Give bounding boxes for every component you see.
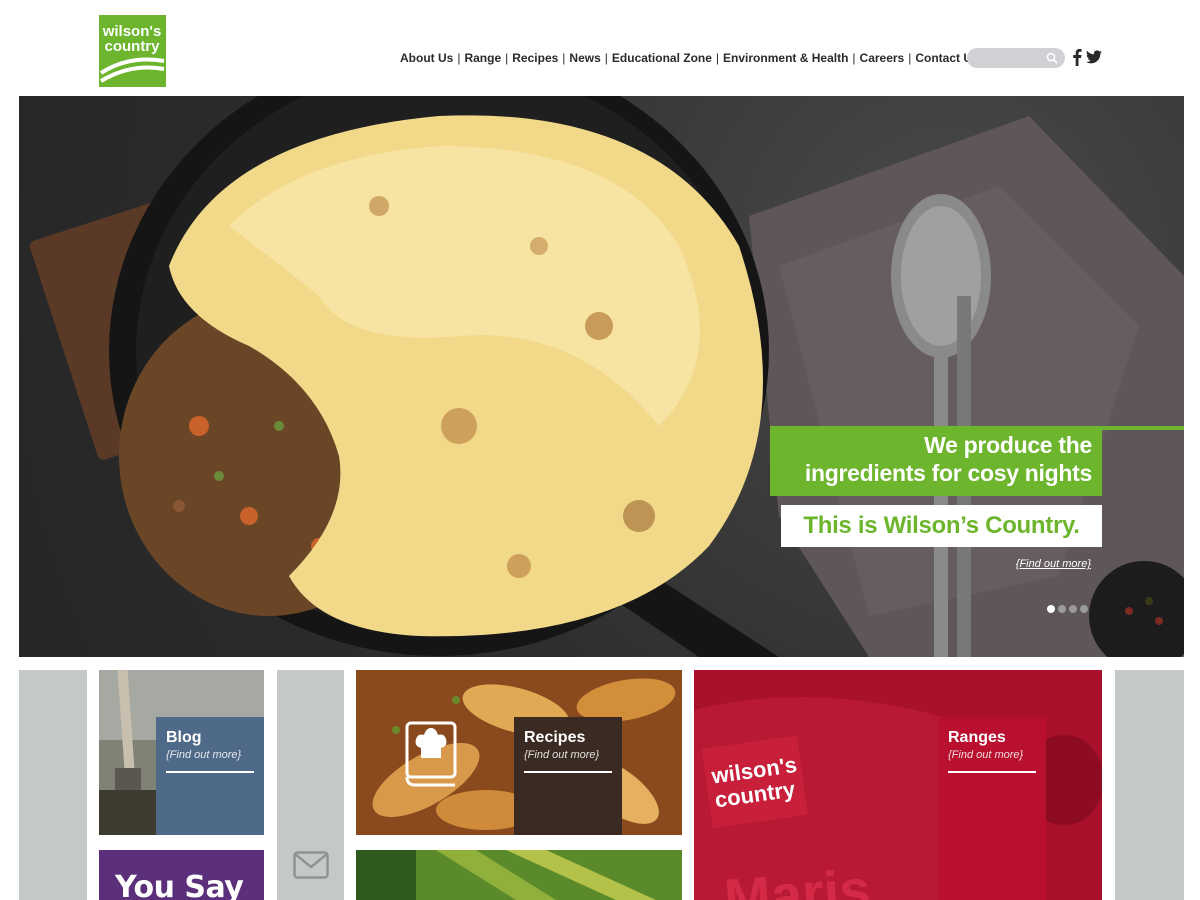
search-input[interactable] (967, 48, 1051, 68)
hero-find-out-more-link[interactable]: {Find out more} (1016, 558, 1091, 570)
search-icon[interactable] (1046, 52, 1058, 64)
nav-separator: | (562, 51, 566, 65)
ranges-tile[interactable]: wilson's country Maris Ranges {Find out … (694, 670, 1102, 900)
nav-about-us[interactable]: About Us (400, 51, 453, 65)
carousel-dots (1047, 605, 1088, 613)
hero-headline: We produce the ingredients for cosy nigh… (805, 431, 1092, 487)
ranges-title: Ranges (948, 729, 1006, 746)
hero-headline-line1: We produce the (924, 432, 1092, 458)
wilsons-country-logo[interactable]: wilson's country (99, 15, 166, 87)
nav-separator: | (908, 51, 912, 65)
search-box (967, 48, 1065, 68)
recipes-tile[interactable]: Recipes {Find out more} (356, 670, 682, 835)
side-strip-left (19, 670, 87, 900)
blog-find-out-more[interactable]: {Find out more} (166, 749, 241, 761)
ranges-find-out-more[interactable]: {Find out more} (948, 749, 1023, 761)
side-strip-right (1115, 670, 1184, 900)
nav-separator: | (505, 51, 509, 65)
blog-title: Blog (166, 729, 202, 746)
hero-image (29, 96, 1184, 657)
nav-environment-health[interactable]: Environment & Health (723, 51, 848, 65)
blog-tile[interactable]: Blog {Find out more} (99, 670, 264, 835)
carousel-dot-4[interactable] (1080, 605, 1088, 613)
hero-headline-line2: ingredients for cosy nights (804, 460, 1092, 486)
ranges-panel: Ranges {Find out more} (938, 717, 1046, 900)
mail-icon[interactable] (293, 851, 329, 879)
blog-panel: Blog {Find out more} (156, 717, 264, 835)
nav-careers[interactable]: Careers (860, 51, 905, 65)
fields-tile[interactable] (356, 850, 682, 900)
nav-separator: | (604, 51, 608, 65)
nav-recipes[interactable]: Recipes (512, 51, 558, 65)
carousel-dot-1[interactable] (1047, 605, 1055, 613)
you-say-title: You Say (115, 870, 244, 900)
fields-tile-image (356, 850, 682, 900)
carousel-dot-3[interactable] (1069, 605, 1077, 613)
ranges-underline (948, 771, 1036, 773)
hero-banner[interactable]: We produce the ingredients for cosy nigh… (19, 96, 1184, 657)
nav-news[interactable]: News (569, 51, 600, 65)
blog-underline (166, 771, 254, 773)
hero-tagline: This is Wilson’s Country. (803, 512, 1080, 539)
nav-educational-zone[interactable]: Educational Zone (612, 51, 712, 65)
recipes-title: Recipes (524, 729, 586, 746)
recipes-panel: Recipes {Find out more} (514, 717, 622, 835)
nav-separator: | (715, 51, 720, 65)
nav-separator: | (852, 51, 856, 65)
recipes-find-out-more[interactable]: {Find out more} (524, 749, 599, 761)
facebook-icon[interactable] (1072, 48, 1082, 66)
you-say-tile[interactable]: You Say (99, 850, 264, 900)
carousel-dot-2[interactable] (1058, 605, 1066, 613)
logo-text-line2: country (104, 38, 160, 55)
main-nav: About Us | Range | Recipes | News | Educatio… (400, 51, 979, 65)
recipes-underline (524, 771, 612, 773)
twitter-icon[interactable] (1086, 50, 1102, 64)
nav-range[interactable]: Range (464, 51, 501, 65)
recipe-book-icon (405, 721, 457, 787)
nav-separator: | (457, 51, 461, 65)
